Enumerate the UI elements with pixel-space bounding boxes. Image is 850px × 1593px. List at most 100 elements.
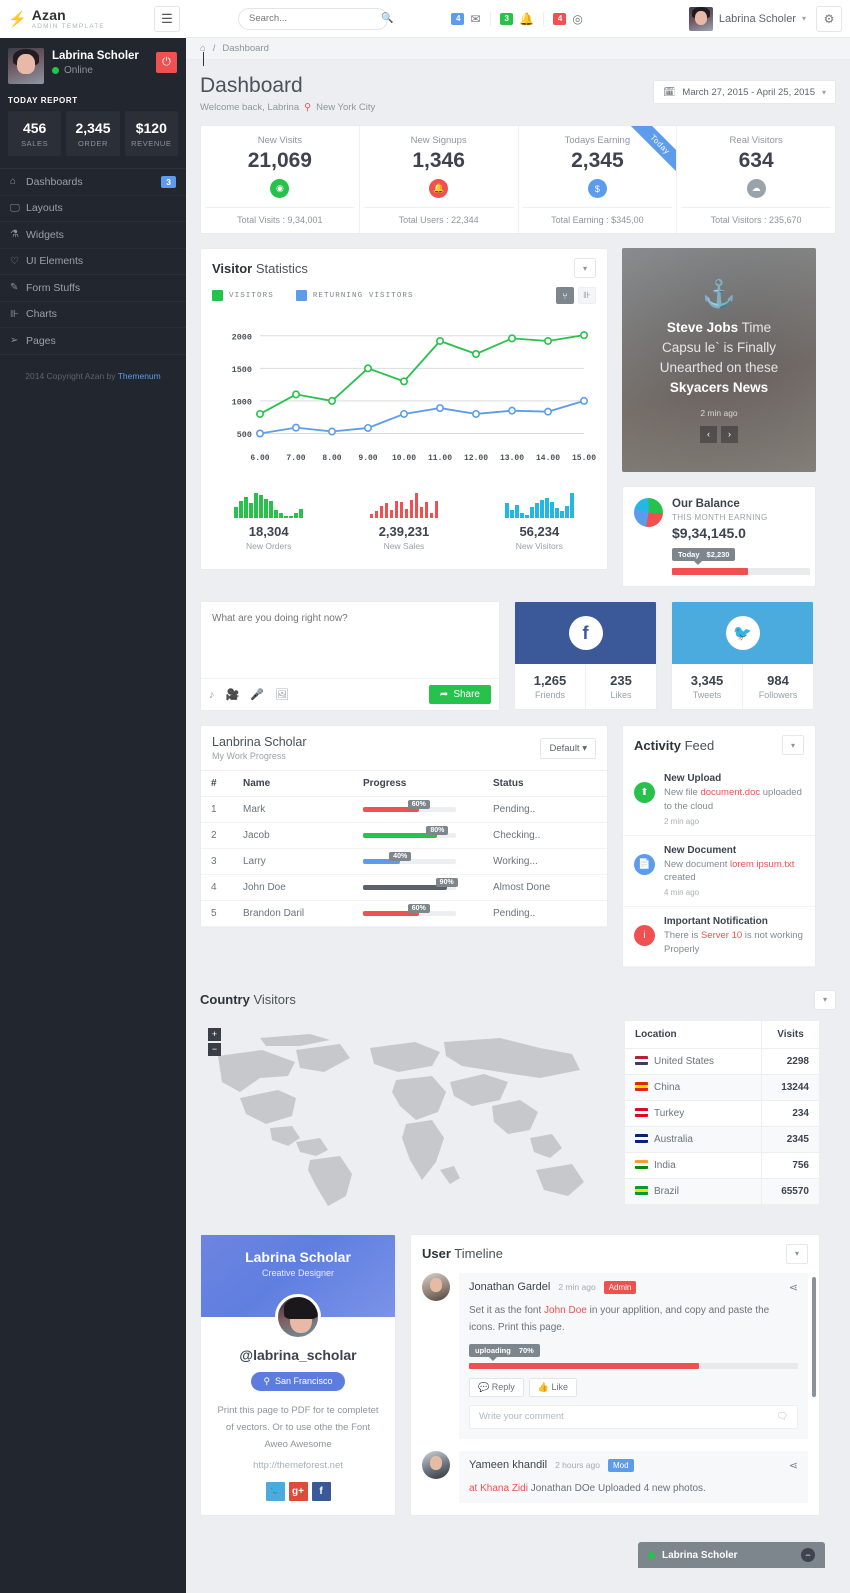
- bell-icon[interactable]: 🔔: [519, 12, 534, 26]
- row-status: Checking..: [483, 822, 607, 849]
- user-menu[interactable]: Labrina Scholer ▾ ⚙: [688, 5, 842, 32]
- tasks-notification[interactable]: 4 ◎: [542, 11, 592, 26]
- news-widget[interactable]: ⚓ Steve Jobs Time Capsu le` is Finally U…: [622, 248, 816, 472]
- chevron-right-icon[interactable]: ›: [721, 425, 738, 443]
- facebook-icon[interactable]: f: [311, 1481, 331, 1501]
- activity-item[interactable]: i Important Notification There is Server…: [623, 907, 815, 967]
- hamburger-icon[interactable]: ☰: [154, 6, 180, 32]
- comments-icon[interactable]: 🗨: [776, 1411, 788, 1422]
- bar-chart-icon[interactable]: ⊪: [578, 287, 596, 304]
- post-mention[interactable]: John Doe: [544, 1305, 587, 1316]
- country-visitors-header: Country Visitors ▾: [200, 989, 836, 1010]
- table-row[interactable]: China 13244: [624, 1073, 820, 1101]
- profile-url[interactable]: http://themeforest.net: [215, 1460, 381, 1471]
- zoom-out-button[interactable]: −: [208, 1042, 221, 1056]
- date-range-picker[interactable]: 🗓 March 27, 2015 - April 25, 2015 ▾: [653, 80, 836, 104]
- chevron-down-icon[interactable]: ▾: [814, 989, 836, 1010]
- avatar: [688, 6, 713, 31]
- row-visits: 13244: [761, 1073, 820, 1101]
- dropdown-label: Default: [549, 742, 580, 754]
- country-visitors-table: Location Visits United States 2298 China…: [624, 1019, 820, 1205]
- table-row[interactable]: Turkey 234: [624, 1099, 820, 1127]
- line-chart-svg: 500 1000 1500 2000 6.00 7.00 8.00 9.00 10.00 11.0…: [232, 331, 596, 463]
- search-icon[interactable]: 🔍: [381, 13, 393, 24]
- table-row[interactable]: United States 2298: [624, 1047, 820, 1075]
- chevron-down-icon[interactable]: ▾: [574, 258, 596, 278]
- minus-icon[interactable]: −: [801, 1548, 815, 1562]
- table-row[interactable]: 1 Mark 60% Pending..: [201, 796, 607, 823]
- sidebar-item-dashboards[interactable]: ⌂ Dashboards 3: [0, 169, 186, 196]
- activity-feed-panel: Activity Feed ▾ ⬆ New Upload New file do…: [622, 725, 816, 968]
- table-row[interactable]: 4 John Doe 90% Almost Done: [201, 874, 607, 901]
- search-input[interactable]: [249, 13, 381, 24]
- music-icon[interactable]: ♪: [209, 689, 215, 701]
- line-chart-icon[interactable]: ⑂: [556, 287, 574, 304]
- compose-textarea[interactable]: [201, 602, 499, 678]
- share-alt-icon[interactable]: ⋖: [789, 1459, 798, 1472]
- envelope-icon[interactable]: ✉: [470, 12, 480, 26]
- world-map[interactable]: + −: [200, 1020, 610, 1220]
- news-headline: Steve Jobs Time Capsu le` is Finally Une…: [660, 318, 779, 399]
- file-icon: 📄: [634, 853, 655, 875]
- zoom-in-button[interactable]: +: [208, 1027, 221, 1041]
- share-alt-icon[interactable]: ⋖: [789, 1281, 798, 1294]
- activity-highlight[interactable]: document.doc: [700, 787, 760, 798]
- table-row[interactable]: Australia 2345: [624, 1125, 820, 1153]
- gear-icon[interactable]: ⚙: [816, 5, 842, 32]
- alerts-notification[interactable]: 3 🔔: [489, 11, 543, 26]
- reply-label: Reply: [491, 1381, 515, 1392]
- table-row[interactable]: 2 Jacob 80% Checking..: [201, 822, 607, 849]
- google-plus-icon[interactable]: g+: [288, 1481, 308, 1501]
- stat-value: $120: [135, 120, 167, 136]
- row-num: 2: [201, 822, 233, 849]
- activity-highlight[interactable]: lorem ipsum.txt: [730, 859, 794, 870]
- panel-title-bold: Activity: [634, 737, 681, 753]
- twitter-icon[interactable]: 🐦: [265, 1481, 285, 1501]
- sidebar-item-label: Form Stuffs: [26, 281, 81, 294]
- post-text-b: Jonathan DOe Uploaded 4 new photos.: [527, 1482, 706, 1494]
- activity-highlight[interactable]: Server 10: [701, 930, 742, 941]
- table-row[interactable]: India 756: [624, 1151, 820, 1179]
- like-button[interactable]: 👍 Like: [528, 1377, 577, 1397]
- twitter-card: 🐦 3,345 Tweets 984 Followers: [671, 601, 814, 710]
- timeline-scrollbar[interactable]: [812, 1276, 816, 1397]
- copyright-link[interactable]: Themenum: [118, 371, 161, 381]
- share-button[interactable]: ➦ Share: [428, 685, 491, 704]
- profile-location-badge[interactable]: ⚲ San Francisco: [251, 1371, 345, 1391]
- activity-item[interactable]: 📄 New Document New document lorem ipsum.…: [623, 836, 815, 908]
- sidebar-item-form-stuffs[interactable]: ✎ Form Stuffs: [0, 275, 186, 302]
- news-line4-bold: Skyacers News: [669, 380, 769, 396]
- table-row[interactable]: Brazil 65570: [624, 1177, 820, 1205]
- post-mention[interactable]: Khana Zidi: [480, 1483, 528, 1494]
- image-icon[interactable]: 🖼: [275, 688, 289, 701]
- sidebar-item-layouts[interactable]: 🖵 Layouts: [0, 196, 186, 222]
- chevron-left-icon[interactable]: ‹: [700, 425, 717, 443]
- comment-input[interactable]: Write your comment 🗨: [469, 1404, 798, 1429]
- sidebar-item-charts[interactable]: ⊪ Charts: [0, 302, 186, 328]
- power-icon[interactable]: ⏻: [156, 52, 177, 73]
- table-row[interactable]: 5 Brandon Daril 60% Pending..: [201, 900, 607, 927]
- spark-label: New Visitors: [515, 541, 563, 551]
- chevron-down-icon[interactable]: ▾: [802, 14, 806, 23]
- mic-icon[interactable]: 🎤: [250, 688, 264, 701]
- row-visits: 234: [761, 1099, 820, 1127]
- sidebar-item-ui-elements[interactable]: ♡ UI Elements: [0, 249, 186, 275]
- panel-title: User Timeline: [422, 1246, 503, 1261]
- reply-button[interactable]: 💬 Reply: [469, 1377, 524, 1397]
- messages-notification[interactable]: 4 ✉: [442, 12, 490, 26]
- kpi-new-visits: New Visits 21,069 ◉ Total Visits : 9,34,…: [201, 126, 359, 233]
- video-icon[interactable]: 🎥: [226, 688, 240, 701]
- activity-text: New file document.doc uploaded to the cl…: [664, 787, 802, 812]
- clock-icon[interactable]: ◎: [572, 12, 582, 26]
- row-location: Australia: [624, 1125, 762, 1153]
- chevron-down-icon[interactable]: ▾: [786, 1243, 808, 1264]
- table-row[interactable]: 3 Larry 40% Working...: [201, 848, 607, 875]
- activity-item[interactable]: ⬆ New Upload New file document.doc uploa…: [623, 764, 815, 836]
- sidebar-item-widgets[interactable]: ⚗ Widgets: [0, 222, 186, 249]
- chevron-down-icon[interactable]: ▾: [782, 735, 804, 755]
- chevron-down-icon[interactable]: ▾: [822, 88, 826, 97]
- sidebar-item-pages[interactable]: ➢ Pages: [0, 328, 186, 355]
- work-progress-dropdown[interactable]: Default ▾: [540, 737, 596, 759]
- search-box[interactable]: 🔍: [238, 7, 393, 30]
- chat-bar[interactable]: Labrina Scholer −: [638, 1542, 825, 1568]
